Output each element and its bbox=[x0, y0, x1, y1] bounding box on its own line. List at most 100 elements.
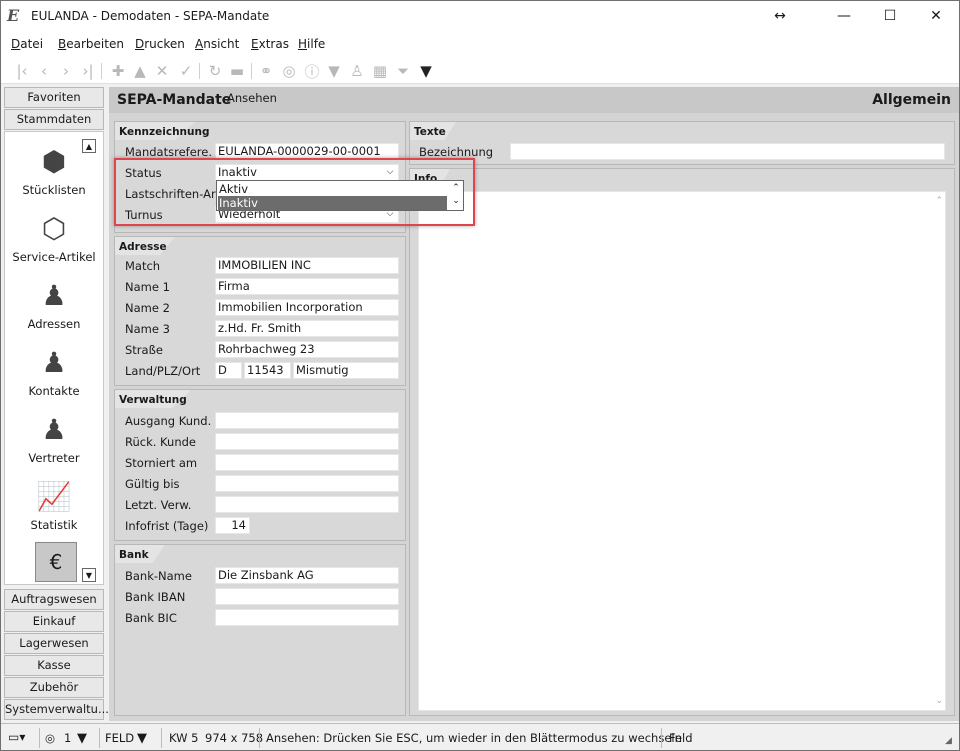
rueck-kunde-field[interactable] bbox=[215, 433, 399, 450]
menu-ansicht[interactable]: Ansicht bbox=[195, 37, 239, 51]
person-icon: ♟ bbox=[41, 413, 67, 446]
land-field[interactable]: D bbox=[215, 362, 242, 379]
menu-hilfe[interactable]: Hilfe bbox=[298, 37, 325, 51]
ort-field[interactable]: Mismutig bbox=[293, 362, 399, 379]
menu-extras[interactable]: Extras bbox=[251, 37, 289, 51]
highlight-frame bbox=[114, 158, 475, 226]
bank-bic-field[interactable] bbox=[215, 609, 399, 626]
name2-field[interactable]: Immobilien Incorporation bbox=[215, 299, 399, 316]
nav-kasse[interactable]: Kasse bbox=[4, 655, 104, 676]
nav-item-statistik[interactable]: 📈 Statistik bbox=[5, 481, 103, 533]
nav-lagerwesen[interactable]: Lagerwesen bbox=[4, 633, 104, 654]
sepa-icon[interactable]: € bbox=[35, 542, 77, 582]
bezeichnung-label: Bezeichnung bbox=[419, 145, 494, 159]
nav-systemverwaltung[interactable]: Systemverwaltu... bbox=[4, 699, 109, 720]
panel-verwaltung: Verwaltung Ausgang Kund. Rück. Kunde Sto… bbox=[114, 389, 406, 541]
nav-item-label: Kontakte bbox=[28, 384, 80, 398]
dropdown-icon[interactable]: ▼ bbox=[137, 731, 147, 746]
toolbar-separator bbox=[251, 63, 252, 79]
info-textarea[interactable]: ⌃ ⌄ bbox=[418, 191, 946, 711]
main-content: SEPA-Mandate Ansehen Allgemein Kennzeich… bbox=[109, 87, 959, 721]
resize-grip-icon[interactable]: ◢ bbox=[945, 736, 952, 746]
panel-bank: Bank Bank-Name Die Zinsbank AG Bank IBAN… bbox=[114, 544, 406, 716]
nav-einkauf[interactable]: Einkauf bbox=[4, 611, 104, 632]
dropdown-icon[interactable]: ▼ bbox=[415, 60, 437, 82]
infofrist-label: Infofrist (Tage) bbox=[125, 519, 209, 533]
minus-icon[interactable]: ▬ bbox=[226, 60, 248, 82]
panel-layout-icon[interactable]: ▭▾ bbox=[8, 730, 25, 744]
bank-name-field[interactable]: Die Zinsbank AG bbox=[215, 567, 399, 584]
nav-item-stuecklisten[interactable]: ⬢ Stücklisten bbox=[5, 146, 103, 198]
ausgang-kunde-field[interactable] bbox=[215, 412, 399, 429]
filter-icon[interactable]: ⏷ bbox=[392, 60, 414, 82]
scroll-down-icon[interactable]: ⌄ bbox=[935, 696, 943, 706]
nav-item-vertreter[interactable]: ♟ Vertreter bbox=[5, 413, 103, 466]
nav-item-service-artikel[interactable]: ⬡ Service-Artikel bbox=[5, 213, 103, 265]
target-icon[interactable]: ◎ bbox=[278, 60, 300, 82]
strasse-label: Straße bbox=[125, 343, 163, 357]
refresh-icon[interactable]: ↻ bbox=[204, 60, 226, 82]
plz-field[interactable]: 11543 bbox=[244, 362, 291, 379]
record-count-icon: ◎ bbox=[45, 731, 56, 745]
resize-icon[interactable]: ↔ bbox=[757, 1, 803, 31]
name3-field[interactable]: z.Hd. Fr. Smith bbox=[215, 320, 399, 337]
nav-item-label: Stücklisten bbox=[22, 183, 86, 197]
maximize-button[interactable]: ☐ bbox=[867, 1, 913, 31]
gueltig-bis-field[interactable] bbox=[215, 475, 399, 492]
last-icon[interactable]: ›| bbox=[77, 60, 99, 82]
nav-item-adressen[interactable]: ♟ Adressen bbox=[5, 279, 103, 332]
feld-mode: FELD bbox=[105, 731, 135, 745]
bank-iban-label: Bank IBAN bbox=[125, 590, 186, 604]
nav-item-list: ▲ ⬢ Stücklisten ⬡ Service-Artikel ♟ Adre… bbox=[4, 131, 104, 585]
grid-icon[interactable]: ▦ bbox=[369, 60, 391, 82]
menu-bar: Datei Bearbeiten Drucken Ansicht Extras … bbox=[1, 33, 959, 57]
menu-bearbeiten[interactable]: Bearbeiten bbox=[58, 37, 124, 51]
confirm-icon[interactable]: ✓ bbox=[175, 60, 197, 82]
name1-field[interactable]: Firma bbox=[215, 278, 399, 295]
funnel-down-icon[interactable]: ▼ bbox=[323, 60, 345, 82]
bank-bic-label: Bank BIC bbox=[125, 611, 177, 625]
app-logo-icon: E bbox=[7, 6, 20, 25]
name3-label: Name 3 bbox=[125, 322, 170, 336]
bezeichnung-field[interactable] bbox=[510, 143, 945, 160]
toolbar: |‹ ‹ › ›| ✚ ▲ ✕ ✓ ↻ ▬ ⚭ ◎ ⓘ ▼ ♙ ▦ ⏷ ▼ bbox=[1, 57, 959, 84]
bank-iban-field[interactable] bbox=[215, 588, 399, 605]
close-button[interactable]: ✕ bbox=[913, 1, 959, 31]
bank-name-label: Bank-Name bbox=[125, 569, 192, 583]
storniert-field[interactable] bbox=[215, 454, 399, 471]
first-icon[interactable]: |‹ bbox=[11, 60, 33, 82]
up-icon[interactable]: ▲ bbox=[129, 60, 151, 82]
application-window: E EULANDA - Demodaten - SEPA-Mandate ↔ —… bbox=[0, 0, 960, 751]
binoculars-icon[interactable]: ⚭ bbox=[255, 60, 277, 82]
match-field[interactable]: IMMOBILIEN INC bbox=[215, 257, 399, 274]
delete-icon[interactable]: ✕ bbox=[151, 60, 173, 82]
menu-drucken[interactable]: Drucken bbox=[135, 37, 185, 51]
content-header: SEPA-Mandate Ansehen Allgemein bbox=[109, 87, 959, 113]
menu-datei[interactable]: Datei bbox=[11, 37, 43, 51]
tab-allgemein[interactable]: Allgemein bbox=[872, 92, 951, 108]
prev-icon[interactable]: ‹ bbox=[33, 60, 55, 82]
person-icon[interactable]: ♙ bbox=[346, 60, 368, 82]
scroll-up-icon[interactable]: ⌃ bbox=[935, 196, 943, 206]
nav-favoriten[interactable]: Favoriten bbox=[4, 87, 104, 108]
scroll-down-icon[interactable]: ▼ bbox=[82, 568, 96, 582]
dropdown-icon[interactable]: ▼ bbox=[77, 731, 87, 746]
status-field: Feld bbox=[669, 731, 693, 745]
nav-item-kontakte[interactable]: ♟ Kontakte bbox=[5, 347, 103, 399]
infofrist-field[interactable]: 14 bbox=[215, 517, 250, 534]
next-icon[interactable]: › bbox=[55, 60, 77, 82]
strasse-field[interactable]: Rohrbachweg 23 bbox=[215, 341, 399, 358]
name2-label: Name 2 bbox=[125, 301, 170, 315]
info-icon[interactable]: ⓘ bbox=[301, 60, 323, 82]
add-icon[interactable]: ✚ bbox=[107, 60, 129, 82]
nav-item-label: Service-Artikel bbox=[12, 250, 96, 264]
person-icon: ♟ bbox=[41, 279, 67, 312]
nav-zubehoer[interactable]: Zubehör bbox=[4, 677, 104, 698]
name1-label: Name 1 bbox=[125, 280, 170, 294]
nav-auftragswesen[interactable]: Auftragswesen bbox=[4, 589, 104, 610]
nav-stammdaten[interactable]: Stammdaten bbox=[4, 109, 104, 130]
nav-item-label: Statistik bbox=[30, 518, 78, 532]
letzt-verw-field[interactable] bbox=[215, 496, 399, 513]
minimize-button[interactable]: — bbox=[821, 1, 867, 31]
status-bar: ▭▾ ◎ 1 ▼ FELD ▼ KW 5 974 x 758 Ansehen: … bbox=[1, 723, 959, 750]
